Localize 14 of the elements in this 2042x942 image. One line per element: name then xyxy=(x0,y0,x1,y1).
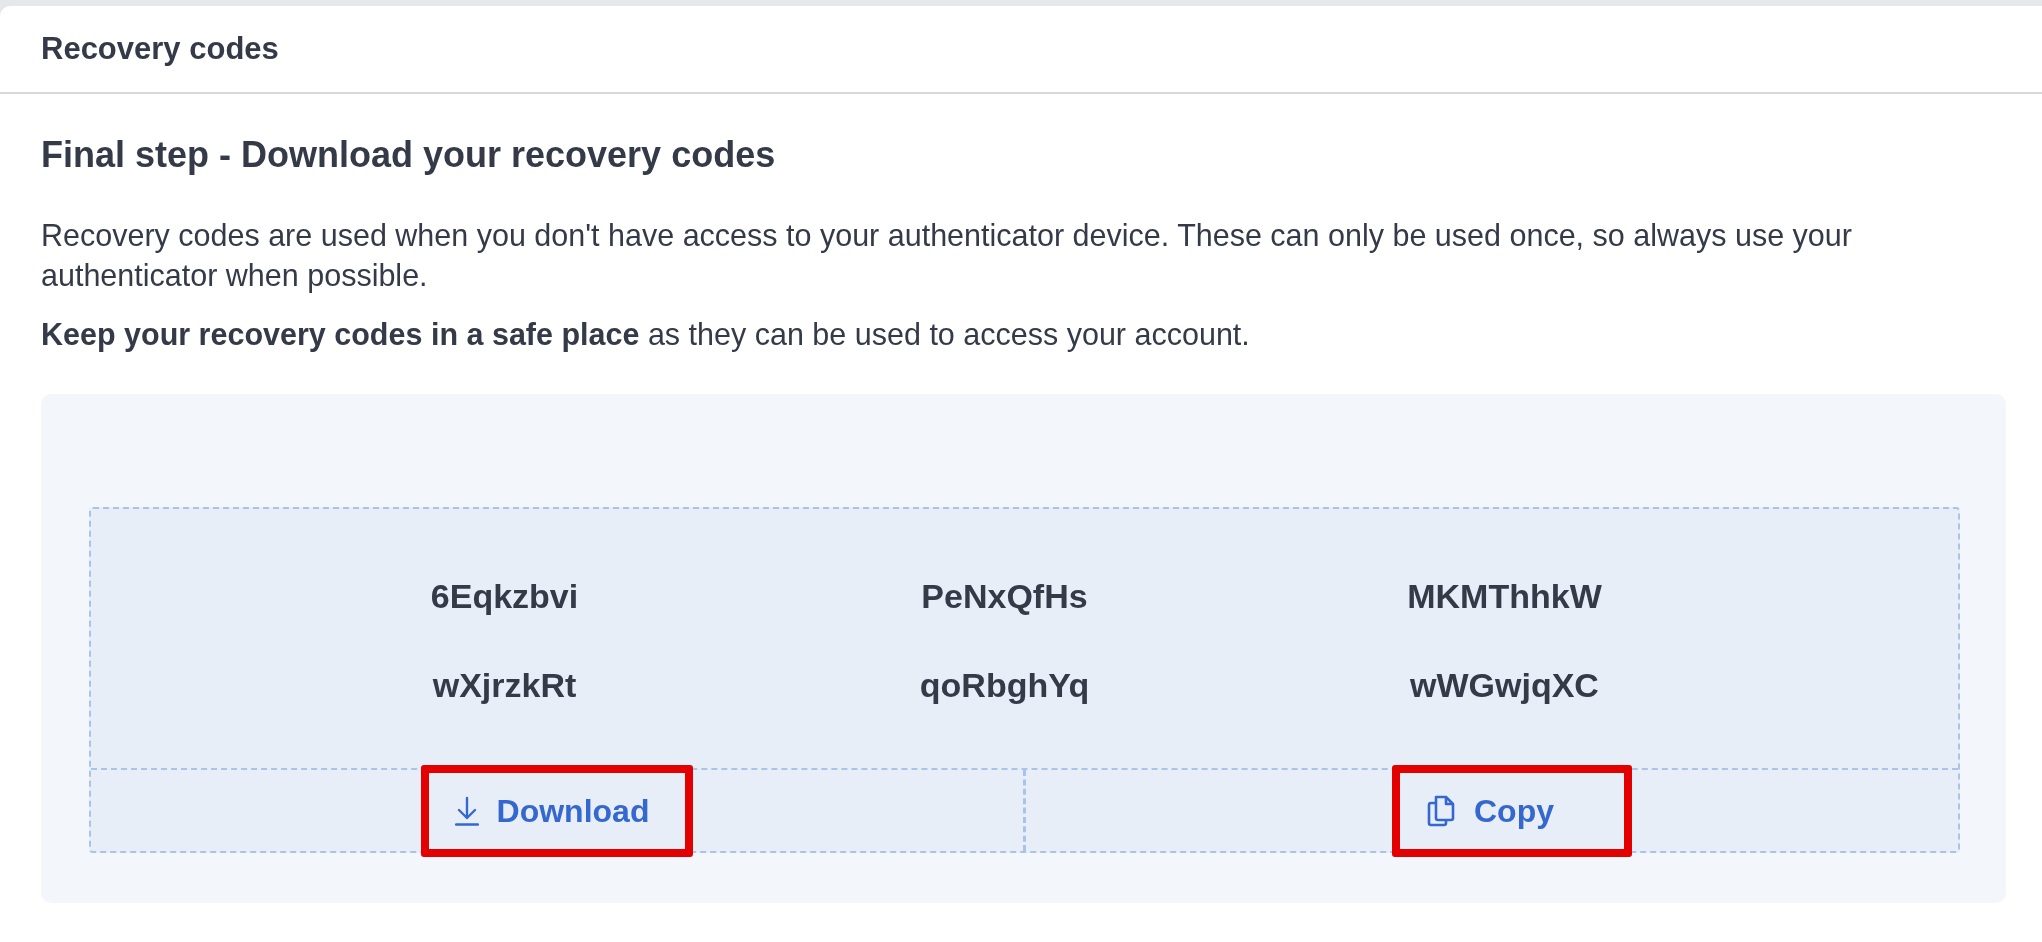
card-title: Recovery codes xyxy=(41,29,279,68)
recovery-code: qoRbghYq xyxy=(919,666,1090,704)
info-paragraph: Keep your recovery codes in a safe place as they can be used to access your account. xyxy=(41,316,1251,354)
download-button[interactable]: Download xyxy=(420,764,694,857)
recovery-code: MKMThhkW xyxy=(1407,577,1602,615)
recovery-code: wXjrzkRt xyxy=(432,666,577,704)
copy-icon xyxy=(1426,794,1456,827)
recovery-code: PeNxQfHs xyxy=(921,577,1088,615)
info-paragraph: Recovery codes are used when you don't have access to your authenticator device. These can only be used once, so always use your authenticator when possible. xyxy=(41,217,1853,295)
copy-button[interactable]: Copy xyxy=(1392,764,1632,857)
recovery-code: 6Eqkzbvi xyxy=(430,577,579,615)
download-icon xyxy=(454,795,479,826)
recovery-code: wWGwjqXC xyxy=(1410,666,1599,704)
step-heading: Final step - Download your recovery codes xyxy=(41,133,777,177)
